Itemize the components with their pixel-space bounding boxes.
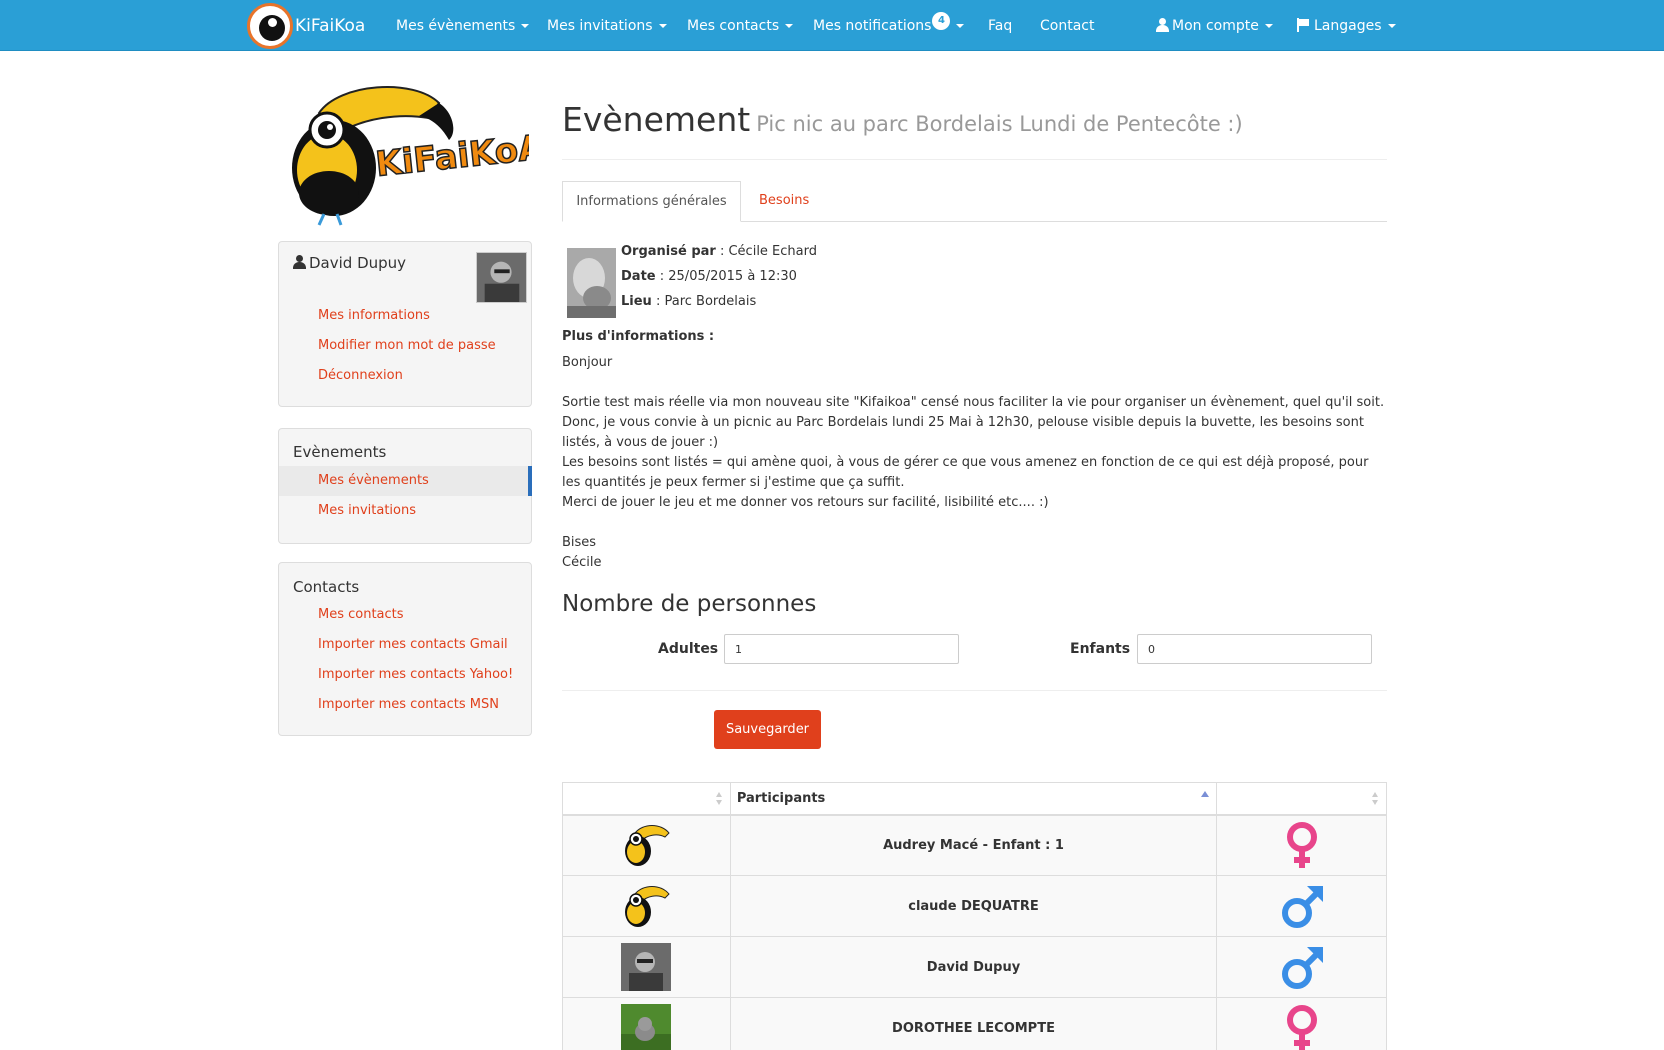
people-count-title: Nombre de personnes [562, 591, 817, 617]
toucan-icon [625, 825, 671, 867]
top-navbar: KiFaiKoa Mes évènements Mes invitations … [0, 0, 1664, 51]
nav-account[interactable]: Mon compte [1156, 0, 1273, 51]
nav-my-notifications[interactable]: Mes notifications 4 [813, 0, 965, 51]
more-info-label: Plus d'informations : [562, 329, 715, 344]
participant-avatar [562, 936, 731, 998]
place-line: Lieu : Parc Bordelais [621, 294, 757, 309]
caret-down-icon [1264, 24, 1273, 28]
contacts-panel-title: Contacts [293, 578, 360, 596]
caret-down-icon [956, 24, 965, 28]
female-icon [1286, 1005, 1317, 1050]
toucan-icon [625, 886, 671, 927]
nav-my-invitations[interactable]: Mes invitations [547, 0, 667, 51]
flag-icon [1296, 18, 1310, 32]
brand-logo-icon [247, 3, 293, 49]
participant-name: David Dupuy [729, 936, 1218, 998]
participant-avatar [562, 997, 731, 1050]
sidebar-item-my-contacts[interactable]: Mes contacts [318, 607, 404, 622]
caret-down-icon [785, 24, 794, 28]
nav-my-events[interactable]: Mes évènements [396, 0, 530, 51]
brand-link[interactable]: KiFaiKoa [247, 3, 366, 49]
participant-avatar [562, 814, 731, 876]
participant-name: DOROTHEE LECOMPTE [729, 997, 1218, 1050]
participants-table: Participants Audrey Macé - Enfant : 1 cl… [562, 782, 1387, 1050]
sidebar-item-import-gmail[interactable]: Importer mes contacts Gmail [318, 637, 508, 652]
user-avatar [476, 252, 527, 303]
link-my-information[interactable]: Mes informations [318, 308, 430, 323]
kitten-photo [621, 1004, 672, 1050]
events-panel-title: Evènements [293, 443, 387, 461]
save-button[interactable]: Sauvegarder [714, 710, 821, 749]
organizer-photo [567, 248, 616, 318]
organizer-name: Cécile Echard [728, 244, 817, 259]
date-line: Date : 25/05/2015 à 12:30 [621, 269, 797, 284]
caret-down-icon [658, 24, 667, 28]
sidebar-item-my-events[interactable]: Mes évènements [318, 473, 429, 488]
user-icon [293, 255, 306, 269]
contacts-panel: Contacts Mes contacts Importer mes conta… [278, 562, 532, 736]
event-date: 25/05/2015 à 12:30 [668, 269, 797, 284]
column-header-gender[interactable] [1216, 782, 1387, 816]
sort-icon [715, 792, 723, 806]
sidebar-item-my-invitations[interactable]: Mes invitations [318, 503, 416, 518]
table-header-row: Participants [562, 782, 1387, 816]
nav-contact[interactable]: Contact [1040, 0, 1094, 51]
participant-name: Audrey Macé - Enfant : 1 [729, 814, 1218, 876]
sort-ascending-icon [1201, 791, 1210, 797]
column-header-participants[interactable]: Participants [729, 782, 1218, 816]
divider [562, 690, 1387, 691]
user-panel: David Dupuy Mes informations Modifier mo… [278, 241, 532, 407]
nav-my-contacts[interactable]: Mes contacts [687, 0, 794, 51]
table-row[interactable]: DOROTHEE LECOMPTE [562, 997, 1387, 1050]
link-logout[interactable]: Déconnexion [318, 368, 403, 383]
participant-gender [1216, 814, 1387, 876]
user-icon [1156, 18, 1169, 32]
organizer-line: Organisé par : Cécile Echard [621, 244, 817, 259]
children-input[interactable] [1137, 634, 1372, 664]
participant-gender [1216, 875, 1387, 937]
caret-down-icon [1387, 24, 1396, 28]
event-subtitle: Pic nic au parc Bordelais Lundi de Pente… [756, 112, 1243, 136]
notification-badge: 4 [932, 12, 951, 30]
nav-languages[interactable]: Langages [1296, 0, 1396, 51]
divider [562, 159, 1387, 160]
participant-photo [621, 943, 672, 991]
sidebar-item-import-yahoo[interactable]: Importer mes contacts Yahoo! [318, 667, 513, 682]
table-row[interactable]: Audrey Macé - Enfant : 1 [562, 814, 1387, 876]
caret-down-icon [521, 24, 530, 28]
sidebar-item-import-msn[interactable]: Importer mes contacts MSN [318, 697, 499, 712]
event-description: Bonjour Sortie test mais réelle via mon … [562, 355, 1385, 570]
children-label: Enfants [1070, 641, 1131, 657]
adults-label: Adultes [658, 641, 719, 657]
table-row[interactable]: David Dupuy [562, 936, 1387, 998]
nav-faq[interactable]: Faq [988, 0, 1012, 51]
kifaikoa-logo: KiFaiKoA! [292, 86, 529, 226]
table-row[interactable]: claude DEQUATRE [562, 875, 1387, 937]
adults-input[interactable] [724, 634, 959, 664]
participant-name: claude DEQUATRE [729, 875, 1218, 937]
column-header-avatar[interactable] [562, 782, 731, 816]
sort-icon [1372, 792, 1379, 806]
link-change-password[interactable]: Modifier mon mot de passe [318, 338, 496, 353]
male-icon [1281, 886, 1323, 928]
male-icon [1281, 947, 1323, 989]
female-icon [1286, 822, 1317, 869]
participant-avatar [562, 875, 731, 937]
brand-name: KiFaiKoa [295, 16, 366, 36]
page-title: Evènement Pic nic au parc Bordelais Lundi… [562, 100, 1243, 139]
tab-general-info[interactable]: Informations générales [562, 181, 741, 222]
participant-gender [1216, 936, 1387, 998]
event-place: Parc Bordelais [664, 294, 757, 309]
user-panel-title: David Dupuy [293, 254, 406, 272]
events-panel: Evènements Mes évènements Mes invitation… [278, 428, 532, 544]
participant-gender [1216, 997, 1387, 1050]
tab-needs[interactable]: Besoins [759, 181, 809, 222]
